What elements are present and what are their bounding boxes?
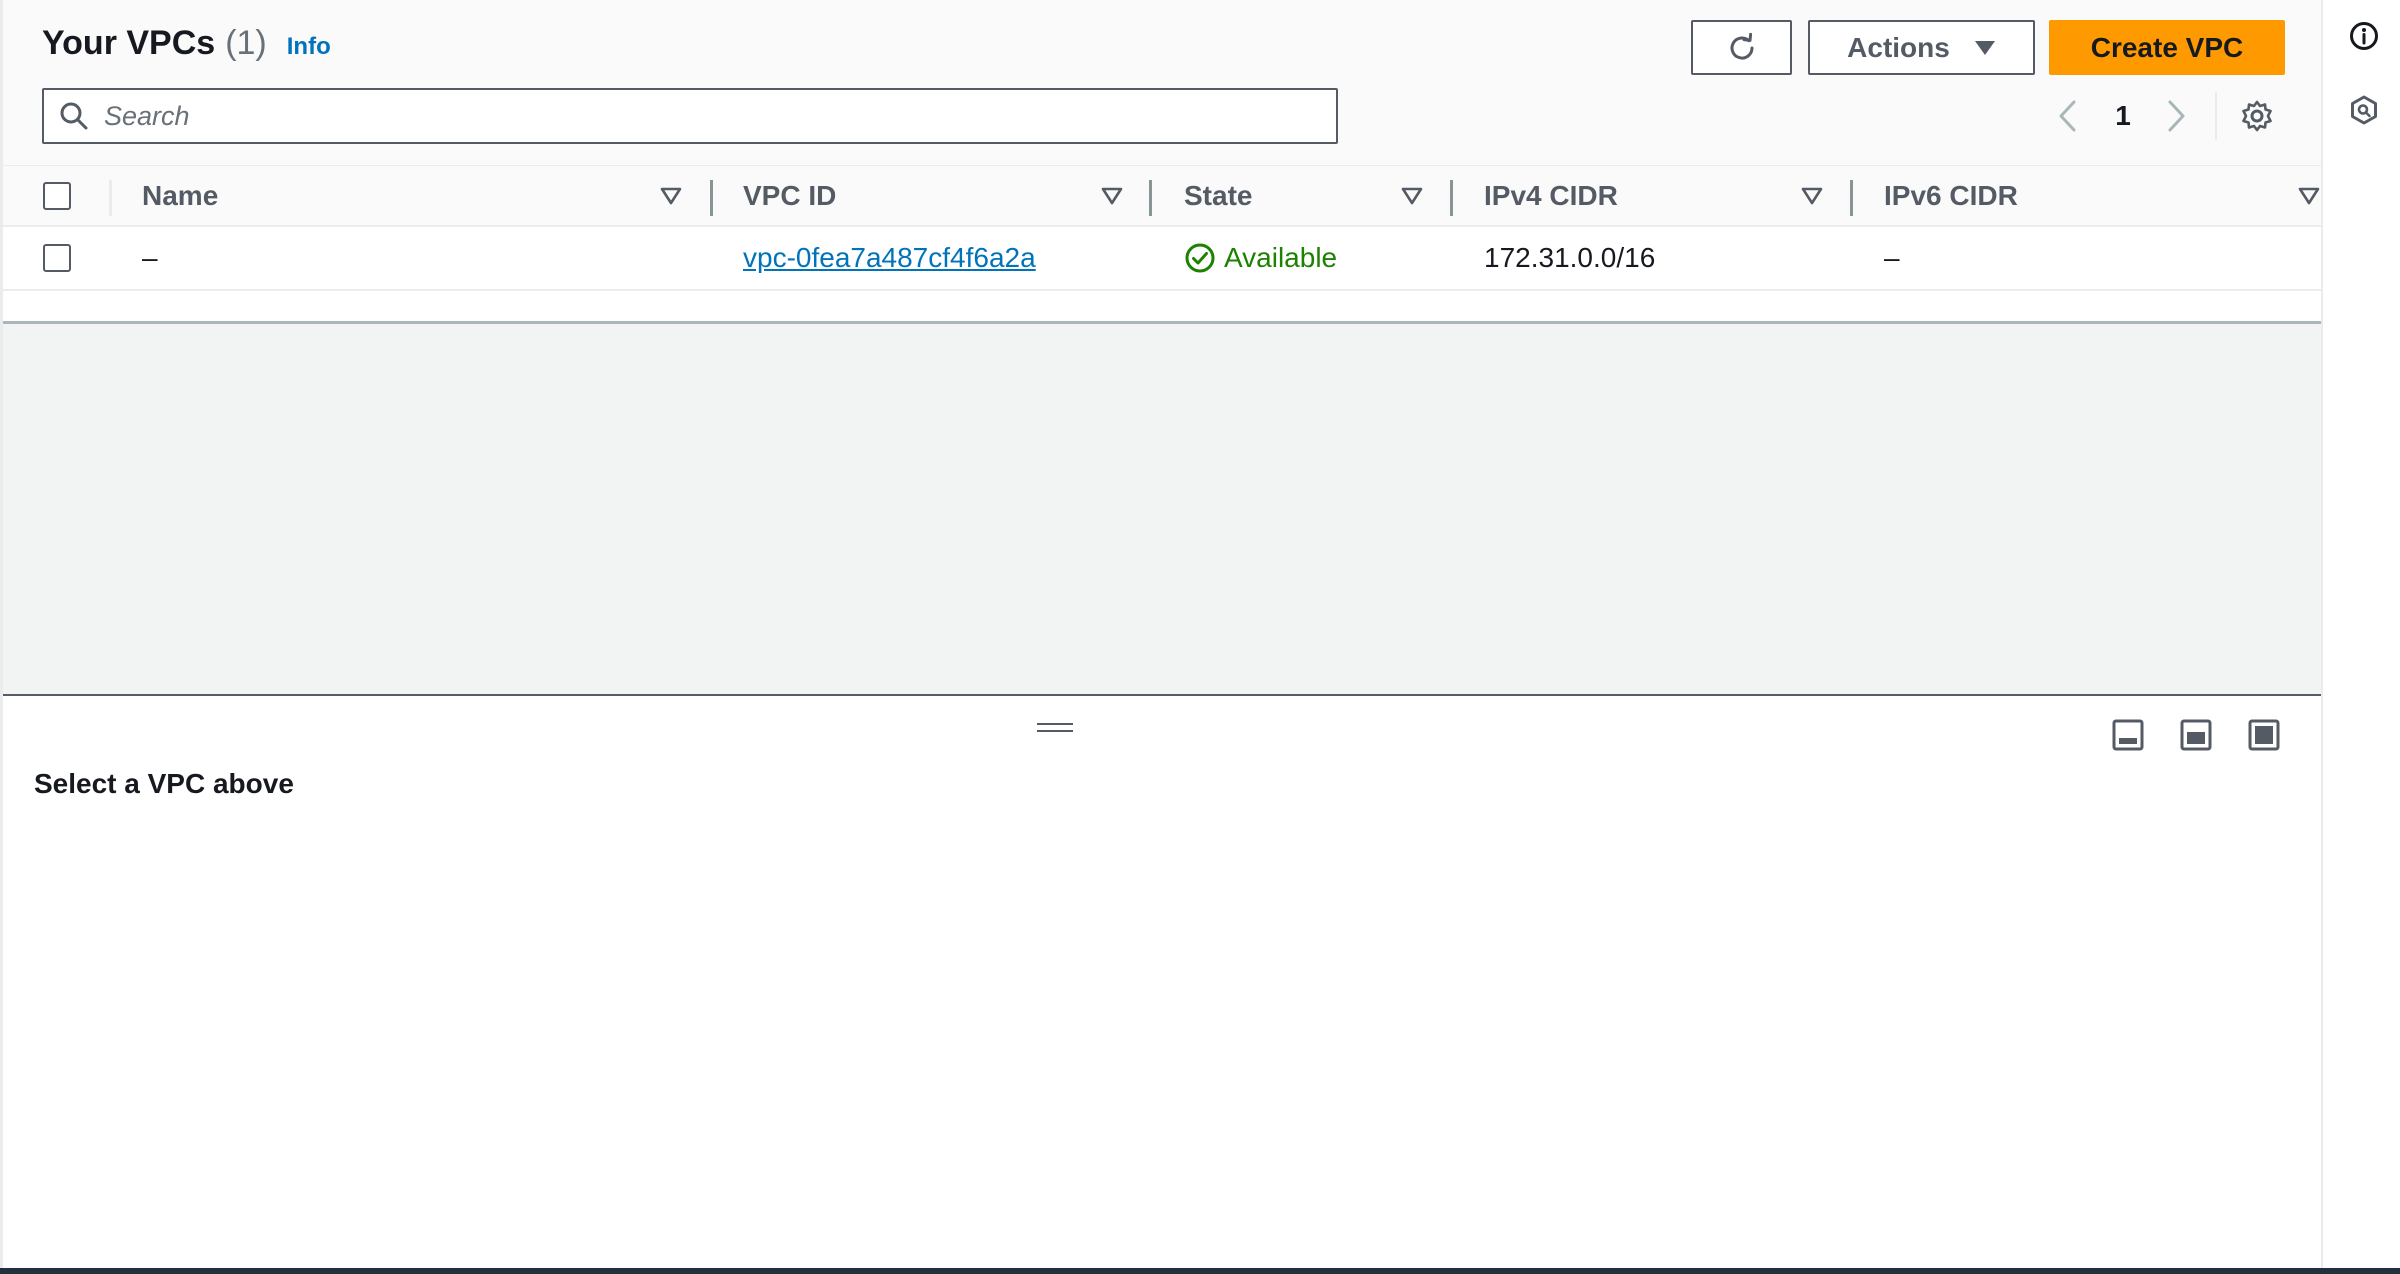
check-circle-icon bbox=[1185, 243, 1215, 273]
panel-bottom-icon bbox=[2112, 719, 2144, 751]
row-select-cell bbox=[3, 227, 103, 289]
split-panel-resize-handle[interactable] bbox=[1037, 720, 1073, 736]
split-panel-full-button[interactable] bbox=[2247, 718, 2281, 752]
sort-icon[interactable] bbox=[2297, 184, 2321, 208]
status-text: Available bbox=[1224, 242, 1338, 273]
sort-icon[interactable] bbox=[659, 184, 683, 208]
table-header-row: Name VPC ID State IPv4 CIDR IPv6 CIDR bbox=[3, 165, 2321, 227]
split-panel-side-position-button[interactable] bbox=[2179, 718, 2213, 752]
cell-state: Available bbox=[1184, 227, 1337, 289]
column-header-ipv4-cidr[interactable]: IPv4 CIDR bbox=[1484, 166, 1618, 225]
chevron-left-icon bbox=[2059, 100, 2076, 132]
sort-icon[interactable] bbox=[1100, 184, 1124, 208]
search-icon bbox=[44, 90, 104, 142]
table-empty-space bbox=[3, 324, 2321, 696]
current-page-number[interactable]: 1 bbox=[2101, 92, 2145, 140]
info-icon bbox=[2350, 22, 2378, 50]
refresh-button[interactable] bbox=[1691, 20, 1792, 75]
cell-ipv6-cidr: – bbox=[1884, 242, 1900, 273]
gear-icon bbox=[2242, 100, 2272, 132]
details-empty-message: Select a VPC above bbox=[34, 768, 294, 799]
table-preferences-button[interactable] bbox=[2233, 92, 2281, 140]
info-panel-button[interactable] bbox=[2347, 19, 2381, 53]
refresh-icon bbox=[1730, 32, 1754, 60]
hexagon-icon bbox=[2351, 95, 2377, 125]
column-header-state[interactable]: State bbox=[1184, 166, 1252, 225]
next-page-button[interactable] bbox=[2159, 92, 2195, 140]
bottom-edge-bar bbox=[0, 1268, 2400, 1274]
caret-down-icon bbox=[1974, 40, 1995, 55]
select-all-checkbox[interactable] bbox=[43, 181, 71, 210]
vpc-table: Name VPC ID State IPv4 CIDR IPv6 CIDR – … bbox=[3, 165, 2321, 324]
cell-ipv4-cidr: 172.31.0.0/16 bbox=[1484, 242, 1656, 273]
sort-icon[interactable] bbox=[1400, 184, 1424, 208]
actions-dropdown-button[interactable]: Actions bbox=[1808, 20, 2035, 75]
search-input[interactable] bbox=[104, 91, 1336, 141]
vpc-count: (1) bbox=[225, 24, 267, 62]
column-resizer[interactable] bbox=[1149, 180, 1152, 216]
notifications-panel-button[interactable] bbox=[2347, 93, 2381, 127]
header-select-cell bbox=[3, 166, 103, 225]
row-checkbox[interactable] bbox=[43, 244, 71, 272]
column-resizer[interactable] bbox=[1850, 180, 1853, 216]
sort-icon[interactable] bbox=[1800, 184, 1824, 208]
pager-divider bbox=[2215, 92, 2217, 140]
table-row[interactable]: – vpc-0fea7a487cf4f6a2a Available 172.31… bbox=[3, 227, 2321, 291]
column-header-ipv6-cidr[interactable]: IPv6 CIDR bbox=[1884, 166, 2018, 225]
page-title: Your VPCs (1) Info bbox=[42, 24, 331, 72]
right-tools-rail bbox=[2321, 0, 2400, 1268]
cell-vpc-id: vpc-0fea7a487cf4f6a2a bbox=[743, 227, 1036, 289]
create-vpc-button[interactable]: Create VPC bbox=[2049, 20, 2285, 75]
split-panel-bottom-position-button[interactable] bbox=[2111, 718, 2145, 752]
chevron-right-icon bbox=[2168, 100, 2185, 132]
panel-middle-icon bbox=[2180, 719, 2212, 751]
panel-full-icon bbox=[2248, 719, 2280, 751]
column-resizer[interactable] bbox=[1450, 180, 1453, 216]
info-link[interactable]: Info bbox=[287, 33, 331, 61]
column-header-name[interactable]: Name bbox=[142, 166, 218, 225]
cell-name: – bbox=[142, 242, 158, 273]
details-split-panel: Select a VPC above bbox=[3, 698, 2321, 1268]
column-resizer[interactable] bbox=[710, 180, 713, 216]
previous-page-button[interactable] bbox=[2049, 92, 2085, 140]
status-badge: Available bbox=[1184, 242, 1337, 274]
column-header-vpc-id[interactable]: VPC ID bbox=[743, 166, 836, 225]
page-title-text: Your VPCs bbox=[42, 24, 216, 62]
search-field[interactable] bbox=[42, 88, 1338, 144]
column-separator bbox=[109, 180, 112, 216]
vpc-console-main: Your VPCs (1) Info Actions Create VPC Se… bbox=[3, 0, 2321, 1268]
table-header-panel: Your VPCs (1) Info Actions Create VPC Se… bbox=[3, 0, 2321, 165]
actions-label: Actions bbox=[1847, 31, 1950, 63]
vpc-id-link[interactable]: vpc-0fea7a487cf4f6a2a bbox=[743, 242, 1036, 274]
